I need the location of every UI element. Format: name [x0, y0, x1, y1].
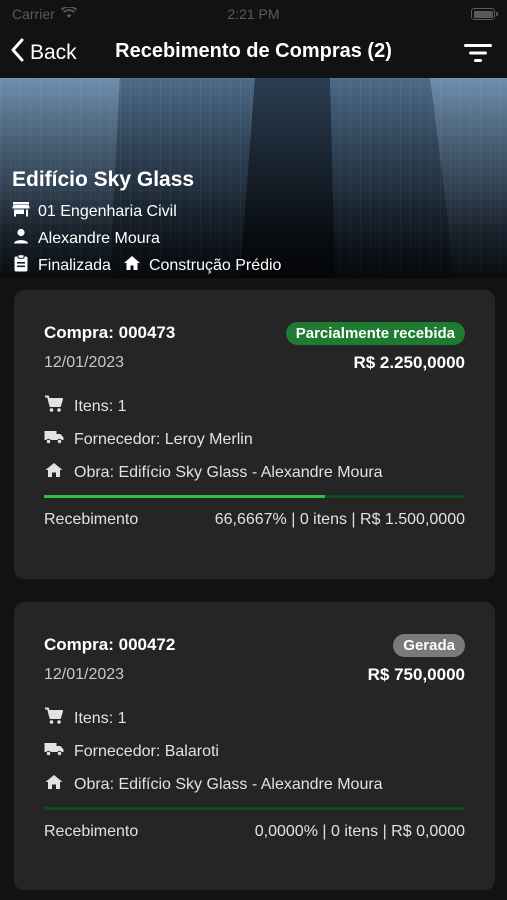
status-badge: Gerada — [393, 633, 465, 657]
project-info: Edifício Sky Glass 01 Engenharia Civil A… — [12, 168, 281, 278]
company-label: 01 Engenharia Civil — [38, 202, 177, 220]
receipt-label: Recebimento — [44, 511, 139, 528]
home-icon — [44, 462, 64, 483]
filter-button[interactable] — [463, 42, 493, 64]
home-icon — [44, 774, 64, 795]
back-label: Back — [30, 41, 77, 64]
items-row: Itens: 1 — [44, 702, 465, 735]
clipboard-icon — [12, 254, 30, 277]
project-header: Edifício Sky Glass 01 Engenharia Civil A… — [0, 78, 507, 278]
site-row: Obra: Edifício Sky Glass - Alexandre Mou… — [44, 768, 465, 801]
supplier-row: Fornecedor: Leroy Merlin — [44, 423, 465, 456]
project-name: Edifício Sky Glass — [12, 168, 195, 191]
site-row: Obra: Edifício Sky Glass - Alexandre Mou… — [44, 456, 465, 489]
purchase-amount: R$ 750,0000 — [367, 665, 465, 684]
receipt-value: 0,0000% | 0 itens | R$ 0,0000 — [254, 823, 465, 840]
supplier-label: Fornecedor: Leroy Merlin — [74, 430, 253, 448]
filter-icon — [463, 44, 493, 68]
purchase-amount: R$ 2.250,0000 — [353, 353, 465, 372]
purchase-number: Compra: 000473 — [44, 323, 176, 342]
home-icon — [123, 255, 141, 276]
back-button[interactable]: Back — [10, 38, 77, 68]
items-row: Itens: 1 — [44, 390, 465, 423]
person-label: Alexandre Moura — [38, 229, 160, 247]
status-label: Finalizada — [38, 256, 111, 274]
supplier-row: Fornecedor: Balaroti — [44, 735, 465, 768]
items-label: Itens: 1 — [74, 397, 127, 415]
truck-icon — [44, 429, 64, 450]
chevron-left-icon — [10, 38, 24, 68]
site-label: Obra: Edifício Sky Glass - Alexandre Mou… — [74, 463, 383, 481]
receipt-progress-bar — [44, 495, 465, 498]
supplier-label: Fornecedor: Balaroti — [74, 742, 219, 760]
person-icon — [12, 228, 30, 249]
receipt-label: Recebimento — [44, 823, 139, 840]
site-label: Obra: Edifício Sky Glass - Alexandre Mou… — [74, 775, 383, 793]
cart-icon — [44, 395, 64, 418]
purchase-card[interactable]: Compra: 000472 Gerada 12/01/2023 R$ 750,… — [14, 602, 495, 890]
receipt-progress-bar — [44, 807, 465, 810]
person-row: Alexandre Moura — [12, 225, 281, 252]
status-row: Finalizada Construção Prédio — [12, 252, 281, 278]
navigation-bar: Back Recebimento de Compras (2) — [0, 28, 507, 78]
store-icon — [12, 201, 30, 222]
truck-icon — [44, 741, 64, 762]
project-type-label: Construção Prédio — [148, 256, 282, 274]
battery-icon — [471, 8, 498, 20]
status-bar: Carrier 2:21 PM — [0, 0, 507, 28]
items-label: Itens: 1 — [74, 709, 127, 727]
receipt-value: 66,6667% | 0 itens | R$ 1.500,0000 — [214, 511, 465, 528]
purchase-date: 12/01/2023 — [44, 666, 125, 683]
clock: 2:21 PM — [227, 6, 280, 22]
company-row: 01 Engenharia Civil — [12, 198, 281, 225]
purchase-date: 12/01/2023 — [44, 354, 125, 371]
purchase-card[interactable]: Compra: 000473 Parcialmente recebida 12/… — [14, 290, 495, 579]
status-badge: Parcialmente recebida — [285, 321, 465, 345]
purchase-number: Compra: 000472 — [44, 635, 176, 654]
cart-icon — [44, 707, 64, 730]
receipt-progress-fill — [44, 495, 325, 498]
